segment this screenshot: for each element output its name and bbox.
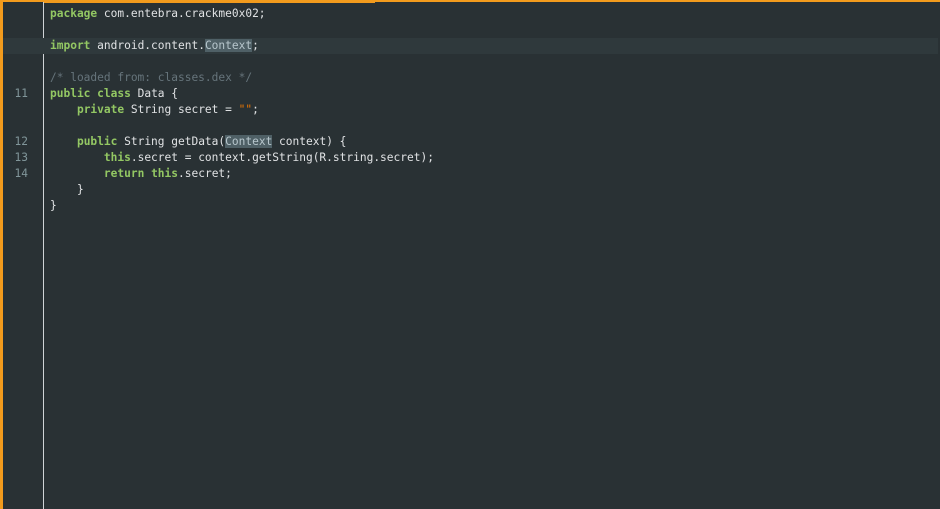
code-line[interactable]: } xyxy=(3,182,938,198)
code-text[interactable]: return this.secret; xyxy=(50,166,232,182)
code-text[interactable]: this.secret = context.getString(R.string… xyxy=(50,150,434,166)
active-tab-indicator xyxy=(3,0,375,3)
keyword-token: class xyxy=(97,87,131,100)
code-text[interactable]: package com.entebra.crackme0x02; xyxy=(50,6,266,22)
line-number: 14 xyxy=(14,167,28,180)
code-line[interactable] xyxy=(3,22,938,38)
line-number: 11 xyxy=(14,87,28,100)
code-token: android.content. xyxy=(90,39,205,52)
string-literal: "" xyxy=(238,103,253,116)
comment-token: /* loaded from: classes.dex */ xyxy=(50,71,253,84)
code-text[interactable]: } xyxy=(50,182,84,198)
line-number: 12 xyxy=(14,135,28,148)
code-token: ; xyxy=(252,39,259,52)
code-line[interactable] xyxy=(3,54,938,70)
code-line[interactable]: } xyxy=(3,198,938,214)
keyword-token: private xyxy=(76,103,125,116)
highlighted-identifier[interactable]: Context xyxy=(225,135,273,148)
keyword-token: import xyxy=(50,39,91,52)
code-line[interactable]: 11 public class Data { xyxy=(3,86,938,102)
code-token: Data { xyxy=(130,87,179,100)
code-token: .secret = context.getString(R.string.sec… xyxy=(130,151,434,164)
keyword-token: this xyxy=(103,151,131,164)
code-text[interactable]: public class Data { xyxy=(50,86,178,102)
code-line[interactable]: 12 public String getData(Context context… xyxy=(3,134,938,150)
code-line[interactable]: private String secret = ""; xyxy=(3,102,938,118)
code-token: context) { xyxy=(272,135,347,148)
code-line[interactable]: 14 return this.secret; xyxy=(3,166,938,182)
keyword-token: this xyxy=(151,167,179,180)
highlighted-identifier[interactable]: Context xyxy=(204,39,253,52)
keyword-token: public xyxy=(50,87,91,100)
keyword-token: public xyxy=(76,135,118,148)
code-line[interactable]: package com.entebra.crackme0x02; xyxy=(3,6,938,22)
code-line[interactable]: 13 this.secret = context.getString(R.str… xyxy=(3,150,938,166)
keyword-token: return xyxy=(103,167,145,180)
code-text[interactable]: } xyxy=(50,198,57,214)
code-editor[interactable]: package com.entebra.crackme0x02; import a… xyxy=(0,0,940,509)
code-token: } xyxy=(50,183,84,196)
code-text[interactable]: private String secret = ""; xyxy=(50,102,259,118)
code-token: .secret; xyxy=(178,167,232,180)
code-text[interactable]: /* loaded from: classes.dex */ xyxy=(50,70,252,86)
code-line[interactable]: /* loaded from: classes.dex */ xyxy=(3,70,938,86)
code-token: ; xyxy=(252,103,259,116)
code-text[interactable]: import android.content.Context; xyxy=(50,38,259,54)
code-token: String getData( xyxy=(117,135,226,148)
code-token: } xyxy=(50,199,57,212)
code-line[interactable] xyxy=(3,118,938,134)
code-line[interactable]: import android.content.Context; xyxy=(3,38,938,54)
line-number: 13 xyxy=(14,151,28,164)
code-text[interactable]: public String getData(Context context) { xyxy=(50,134,346,150)
code-token: com.entebra.crackme0x02; xyxy=(97,7,266,20)
code-token: String secret = xyxy=(124,103,239,116)
keyword-token: package xyxy=(50,7,98,20)
